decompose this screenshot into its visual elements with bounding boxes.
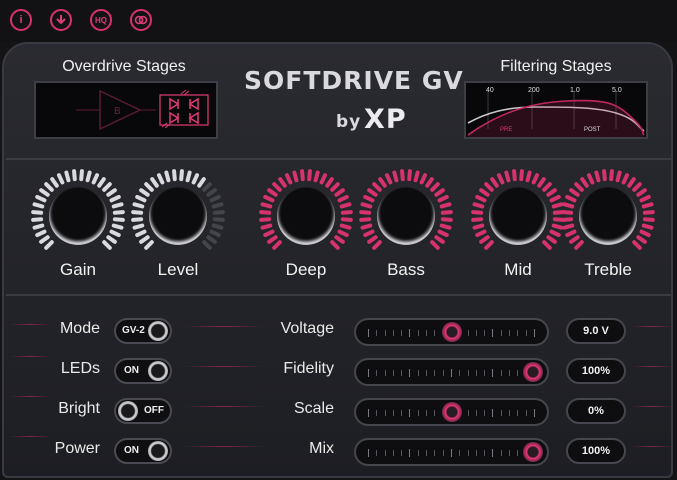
leds-label: LEDs bbox=[60, 360, 100, 377]
slider-ticks bbox=[368, 369, 535, 377]
power-toggle[interactable]: ON bbox=[114, 438, 172, 464]
info-icon-glyph: i bbox=[19, 14, 23, 26]
pre-label: PRE bbox=[500, 127, 512, 133]
bass-knob-label: Bass bbox=[387, 260, 425, 279]
treble-knob-wrapper bbox=[560, 168, 656, 264]
freq-label-40: 40 bbox=[486, 87, 494, 94]
brand-logo: XP bbox=[364, 104, 407, 135]
mode-toggle-knob bbox=[148, 321, 168, 341]
voltage-value: 9.0 V bbox=[566, 318, 626, 344]
glow-line bbox=[10, 396, 50, 397]
bright-value: OFF bbox=[144, 405, 164, 416]
middle-divider bbox=[6, 294, 671, 296]
stage-label: B bbox=[114, 106, 121, 117]
fidelity-label: Fidelity bbox=[283, 360, 334, 377]
gain-knob[interactable] bbox=[49, 187, 107, 245]
voltage-label: Voltage bbox=[280, 320, 334, 337]
overdrive-stages-diagram: B bbox=[76, 89, 209, 131]
level-knob-wrapper bbox=[130, 168, 226, 264]
mid-knob[interactable] bbox=[489, 187, 547, 245]
scale-value: 0% bbox=[566, 398, 626, 424]
top-divider bbox=[6, 158, 671, 160]
bass-knob[interactable] bbox=[377, 187, 435, 245]
glow-line bbox=[632, 326, 671, 327]
freq-label-1k: 1.0 bbox=[570, 87, 580, 94]
plugin-panel: Overdrive Stages B SOFTDRIVE GV by XP Fi… bbox=[2, 42, 673, 478]
bright-label: Bright bbox=[58, 400, 100, 417]
freq-label-5k: 5.0 bbox=[612, 87, 622, 94]
mix-label: Mix bbox=[309, 440, 334, 457]
voltage-slider-thumb[interactable] bbox=[441, 322, 462, 342]
glow-line bbox=[632, 446, 671, 447]
treble-knob[interactable] bbox=[579, 187, 637, 245]
mix-value: 100% bbox=[566, 438, 626, 464]
mode-label: Mode bbox=[59, 320, 100, 337]
mode-value: GV-2 bbox=[122, 325, 145, 336]
glow-line bbox=[10, 356, 50, 357]
level-knob[interactable] bbox=[149, 187, 207, 245]
leds-toggle-knob bbox=[148, 361, 168, 381]
power-toggle-knob bbox=[148, 441, 168, 461]
glow-line bbox=[10, 324, 50, 325]
info-icon[interactable]: i bbox=[10, 9, 32, 31]
brand-by: by bbox=[336, 112, 362, 132]
hq-icon[interactable]: HQ bbox=[90, 9, 112, 31]
fidelity-value: 100% bbox=[566, 358, 626, 384]
scale-slider-thumb[interactable] bbox=[441, 402, 462, 422]
slider-ticks bbox=[368, 449, 535, 457]
hq-icon-glyph: HQ bbox=[95, 15, 107, 25]
fidelity-slider-thumb[interactable] bbox=[523, 362, 543, 382]
level-knob-label: Level bbox=[157, 260, 199, 279]
gain-knob-wrapper bbox=[30, 168, 126, 264]
mix-slider-thumb[interactable] bbox=[523, 442, 543, 462]
download-icon[interactable] bbox=[50, 9, 72, 31]
deep-knob-wrapper bbox=[258, 168, 354, 264]
brand-title: SOFTDRIVE GV bbox=[244, 66, 464, 95]
bright-toggle[interactable]: OFF bbox=[114, 398, 172, 424]
deep-knob[interactable] bbox=[277, 187, 335, 245]
voltage-slider[interactable] bbox=[354, 318, 549, 346]
bass-knob-wrapper bbox=[358, 168, 454, 264]
power-label: Power bbox=[54, 440, 100, 457]
freq-label-200: 200 bbox=[528, 87, 540, 94]
treble-knob-label: Treble bbox=[584, 260, 632, 279]
glow-line bbox=[10, 436, 50, 437]
glow-line bbox=[632, 406, 671, 407]
mid-knob-label: Mid bbox=[504, 260, 532, 279]
top-toolbar: i HQ bbox=[0, 0, 677, 42]
overdrive-stages-title: Overdrive Stages bbox=[62, 58, 186, 75]
filtering-stages-title: Filtering Stages bbox=[500, 58, 612, 75]
leds-value: ON bbox=[124, 365, 139, 376]
glow-line bbox=[632, 366, 671, 367]
link-icon[interactable] bbox=[130, 9, 152, 31]
power-value: ON bbox=[124, 445, 139, 456]
overdrive-stages-display: B bbox=[34, 81, 218, 139]
scale-label: Scale bbox=[293, 400, 334, 417]
mode-toggle[interactable]: GV-2 bbox=[114, 318, 172, 344]
scale-slider[interactable] bbox=[354, 398, 549, 426]
post-label: POST bbox=[584, 127, 601, 133]
fidelity-slider[interactable] bbox=[354, 358, 549, 386]
filtering-stages-graph: 40 200 1.0 5.0 PRE POST bbox=[467, 87, 645, 137]
leds-toggle[interactable]: ON bbox=[114, 358, 172, 384]
mix-slider[interactable] bbox=[354, 438, 549, 466]
deep-knob-label: Deep bbox=[285, 260, 327, 279]
bright-toggle-knob bbox=[118, 401, 138, 421]
mid-knob-wrapper bbox=[470, 168, 566, 264]
filtering-stages-display: 40 200 1.0 5.0 PRE POST bbox=[464, 81, 648, 139]
gain-knob-label: Gain bbox=[60, 260, 96, 279]
